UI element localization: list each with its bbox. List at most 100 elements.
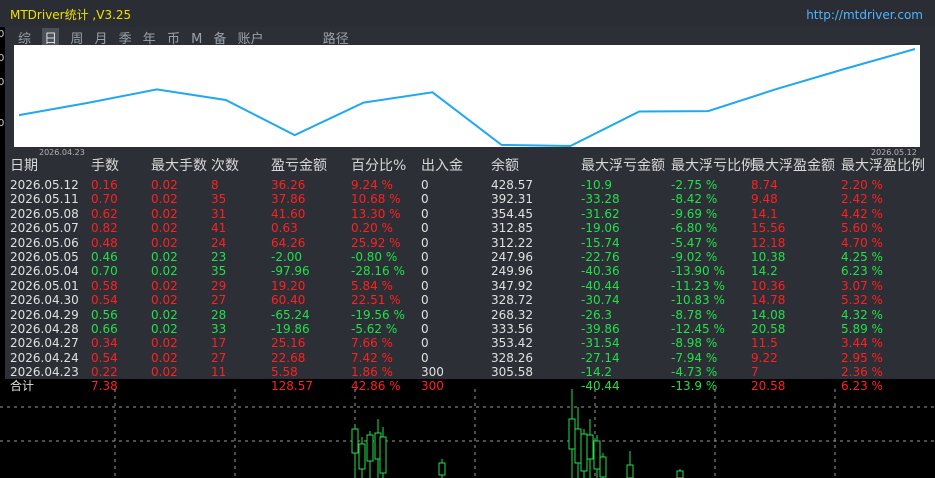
table-row: 2026.05.11 0.70 0.02 35 37.86 10.68 % 0 392.31 -… bbox=[0, 192, 935, 206]
cell-date: 2026.05.07 bbox=[10, 221, 79, 236]
table-row: 2026.05.12 0.16 0.02 8 36.26 9.24 % 0 428.57 -10… bbox=[0, 178, 935, 192]
cell-date: 2026.05.08 bbox=[10, 206, 79, 221]
cell-count: 23 bbox=[211, 249, 227, 264]
window-title: MTDriver统计 ,V3.25 bbox=[10, 8, 132, 22]
cell-date: 2026.04.28 bbox=[10, 321, 79, 336]
cell-count: 41 bbox=[211, 221, 227, 236]
cell-count: 8 bbox=[211, 178, 219, 192]
cell-max-float-loss-pct: -12.45 % bbox=[671, 321, 725, 336]
cell-balance: 328.72 bbox=[491, 293, 533, 308]
price-axis-label: 0 bbox=[0, 53, 5, 64]
cell-max-lots: 0.02 bbox=[151, 365, 178, 380]
cell-profit: 5.58 bbox=[271, 365, 298, 380]
candle-body bbox=[351, 428, 359, 454]
cell-percent: 5.84 % bbox=[351, 278, 393, 293]
cell-max-float-profit: 20.58 bbox=[751, 321, 786, 336]
balance-line-chart: 2026.04.23 2026.05.12 bbox=[14, 45, 920, 157]
cell-percent: 1.86 % bbox=[351, 365, 393, 380]
cell-profit: 22.68 bbox=[271, 350, 306, 365]
cell-max-float-loss: -26.3 bbox=[581, 307, 613, 322]
cell-max-float-loss-pct: -7.94 % bbox=[671, 350, 718, 365]
price-axis-label: 0 bbox=[0, 118, 5, 129]
cell-max-float-loss-pct: -6.80 % bbox=[671, 221, 718, 236]
cell-deposit: 0 bbox=[421, 235, 429, 250]
cell-profit: 0.63 bbox=[271, 221, 298, 236]
cell-lots: 0.46 bbox=[91, 249, 118, 264]
cell-deposit: 0 bbox=[421, 178, 429, 192]
cell-balance: 328.26 bbox=[491, 350, 533, 365]
cell-max-float-profit: 10.38 bbox=[751, 249, 786, 264]
cell-profit: 64.26 bbox=[271, 235, 306, 250]
cell-percent: -5.62 % bbox=[351, 321, 398, 336]
cell-max-float-profit-pct: 2.95 % bbox=[841, 350, 883, 365]
cell-max-lots: 0.02 bbox=[151, 264, 178, 279]
cell-balance: 428.57 bbox=[491, 178, 533, 192]
table-row: 2026.04.30 0.54 0.02 27 60.40 22.51 % 0 328.72 -… bbox=[0, 293, 935, 307]
cell-deposit: 0 bbox=[421, 192, 429, 207]
col-header-max-lots: 最大手数 bbox=[151, 158, 207, 174]
cell-deposit: 0 bbox=[421, 293, 429, 308]
cell-max-float-loss: -33.28 bbox=[581, 192, 620, 207]
cell-lots: 0.62 bbox=[91, 206, 118, 221]
price-chart-background bbox=[0, 389, 935, 478]
cell-deposit: 0 bbox=[421, 206, 429, 221]
table-row: 2026.04.24 0.54 0.02 27 22.68 7.42 % 0 328.26 -2… bbox=[0, 351, 935, 365]
cell-max-float-profit-pct: 2.36 % bbox=[841, 365, 883, 380]
cell-max-float-profit: 14.1 bbox=[751, 206, 778, 221]
cell-count: 33 bbox=[211, 321, 227, 336]
col-header-deposit: 出入金 bbox=[421, 158, 463, 174]
website-link[interactable]: http://mtdriver.com bbox=[806, 8, 923, 22]
table-row: 2026.05.07 0.82 0.02 41 0.63 0.20 % 0 312.85 -19… bbox=[0, 221, 935, 235]
cell-count: 35 bbox=[211, 264, 227, 279]
cell-lots: 0.66 bbox=[91, 321, 118, 336]
cell-balance: 333.56 bbox=[491, 321, 533, 336]
cell-count: 11 bbox=[211, 365, 227, 380]
cell-max-float-loss-pct: -4.73 % bbox=[671, 365, 718, 380]
table-row: 2026.04.28 0.66 0.02 33 -19.86 -5.62 % 0 333.56… bbox=[0, 322, 935, 336]
cell-balance: 312.22 bbox=[491, 235, 533, 250]
cell-max-float-profit: 10.36 bbox=[751, 278, 786, 293]
candle-body bbox=[568, 418, 576, 450]
cell-date: 2026.04.23 bbox=[10, 365, 79, 380]
cell-lots: 0.70 bbox=[91, 192, 118, 207]
table-header-row: 日期 手数 最大手数 次数 盈亏金额 百分比% 出入金 余额 最大浮亏金额 最大… bbox=[0, 156, 935, 176]
cell-max-float-profit: 14.78 bbox=[751, 293, 786, 308]
cell-balance: 312.85 bbox=[491, 221, 533, 236]
cell-max-float-loss: -10.9 bbox=[581, 178, 613, 192]
cell-deposit: 0 bbox=[421, 278, 429, 293]
cell-max-lots: 0.02 bbox=[151, 178, 178, 192]
candle-body bbox=[599, 456, 607, 478]
cell-count: 17 bbox=[211, 336, 227, 351]
cell-max-float-profit-pct: 3.07 % bbox=[841, 278, 883, 293]
cell-balance: 347.92 bbox=[491, 278, 533, 293]
cell-max-lots: 0.02 bbox=[151, 321, 178, 336]
cell-count: 29 bbox=[211, 278, 227, 293]
cell-max-float-profit: 9.48 bbox=[751, 192, 778, 207]
cell-max-float-profit-pct: 5.60 % bbox=[841, 221, 883, 236]
col-header-balance: 余额 bbox=[491, 158, 519, 174]
cell-max-lots: 0.02 bbox=[151, 249, 178, 264]
cell-lots: 0.34 bbox=[91, 336, 118, 351]
cell-percent: 9.24 % bbox=[351, 178, 393, 192]
cell-percent: 13.30 % bbox=[351, 206, 401, 221]
cell-max-float-profit: 8.74 bbox=[751, 178, 778, 192]
cell-profit: -19.86 bbox=[271, 321, 310, 336]
cell-max-lots: 0.02 bbox=[151, 307, 178, 322]
cell-max-lots: 0.02 bbox=[151, 221, 178, 236]
cell-max-float-loss-pct: -8.78 % bbox=[671, 307, 718, 322]
cell-max-lots: 0.02 bbox=[151, 293, 178, 308]
cell-max-float-loss-pct: -9.69 % bbox=[671, 206, 718, 221]
cell-date: 2026.04.30 bbox=[10, 293, 79, 308]
cell-profit: 60.40 bbox=[271, 293, 306, 308]
cell-lots: 0.54 bbox=[91, 293, 118, 308]
cell-max-lots: 0.02 bbox=[151, 336, 178, 351]
cell-balance: 249.96 bbox=[491, 264, 533, 279]
cell-date: 2026.05.01 bbox=[10, 278, 79, 293]
cell-max-float-loss: -40.44 bbox=[581, 278, 620, 293]
cell-max-float-profit-pct: 4.42 % bbox=[841, 206, 883, 221]
cell-max-float-loss: -39.86 bbox=[581, 321, 620, 336]
candle-body bbox=[358, 443, 366, 470]
candle-body bbox=[580, 433, 588, 472]
candle-body bbox=[593, 440, 601, 470]
cell-max-float-loss: -15.74 bbox=[581, 235, 620, 250]
